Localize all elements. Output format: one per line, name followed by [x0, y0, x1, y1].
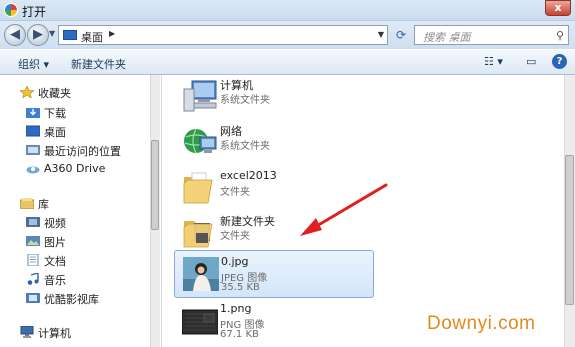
file-size: 67.1 KB	[220, 329, 259, 340]
file-item-1-png[interactable]: 1.png PNG 图像 67.1 KB	[174, 298, 374, 346]
toolbar: 组织 ▾ 新建文件夹 ☷ ▾ ▭ ?	[0, 49, 575, 75]
file-type: 系统文件夹	[220, 141, 270, 152]
search-input[interactable]: 搜索 桌面 ⚲	[414, 25, 569, 45]
png-thumbnail	[182, 309, 218, 335]
video-icon	[26, 217, 40, 227]
download-folder-icon	[26, 108, 40, 118]
navigation-bar: ◀ ▶ ▼ 桌面 ▶ ▼ ⟳ 搜索 桌面 ⚲	[0, 21, 575, 49]
view-options-icon[interactable]: ☷ ▾	[484, 55, 503, 68]
desktop-icon	[26, 125, 40, 137]
desktop-icon	[63, 30, 77, 40]
star-icon	[20, 86, 34, 98]
organize-button[interactable]: 组织 ▾	[18, 56, 49, 72]
computer-icon	[20, 326, 34, 338]
window-title: 打开	[22, 5, 47, 19]
search-icon[interactable]: ⚲	[556, 29, 564, 42]
help-icon[interactable]: ?	[552, 54, 567, 69]
forward-button[interactable]: ▶	[27, 24, 49, 46]
folder-icon	[183, 221, 213, 248]
search-placeholder: 搜索 桌面	[423, 31, 471, 44]
file-type: 系统文件夹	[220, 95, 270, 106]
app-icon	[4, 3, 18, 17]
close-button[interactable]: x	[545, 0, 571, 16]
document-icon	[27, 254, 39, 266]
file-item-network[interactable]: 网络 系统文件夹	[174, 119, 374, 167]
file-item-computer[interactable]: 计算机 系统文件夹	[174, 75, 374, 121]
navigation-pane: 收藏夹 下载 桌面 最近访问的位置 A360 Drive 库 视频 图片 文档 …	[0, 75, 150, 347]
computer-icon	[183, 80, 217, 112]
recent-places-icon	[26, 145, 40, 155]
new-folder-button[interactable]: 新建文件夹	[71, 56, 126, 72]
watermark: Downyi.com	[427, 313, 536, 334]
refresh-icon[interactable]: ⟳	[392, 26, 410, 44]
sidebar-scrollbar-thumb[interactable]	[151, 140, 159, 230]
file-item-0-jpg[interactable]: 0.jpg JPEG 图像 35.5 KB	[174, 250, 374, 298]
address-bar[interactable]: 桌面 ▶ ▼	[58, 25, 388, 45]
music-note-icon	[27, 273, 39, 285]
cloud-drive-icon	[26, 166, 40, 174]
file-name: excel2013	[220, 169, 277, 182]
file-name: 0.jpg	[221, 255, 249, 268]
jpg-thumbnail	[183, 257, 219, 291]
title-bar: 打开 x	[0, 0, 575, 21]
preview-pane-icon[interactable]: ▭	[526, 55, 536, 68]
network-globe-icon	[184, 128, 217, 154]
file-size: 35.5 KB	[221, 282, 260, 293]
back-button[interactable]: ◀	[4, 24, 26, 46]
history-dropdown-icon[interactable]: ▼	[49, 29, 55, 38]
annotation-arrow	[300, 183, 388, 236]
file-type: 文件夹	[220, 231, 250, 242]
youku-library-icon	[26, 293, 40, 303]
chevron-right-icon[interactable]: ▶	[109, 29, 115, 38]
file-type: 文件夹	[220, 187, 250, 198]
folder-icon	[183, 172, 213, 204]
picture-icon	[26, 236, 40, 246]
file-list-scrollbar-thumb[interactable]	[565, 155, 574, 305]
breadcrumb-desktop[interactable]: 桌面	[81, 29, 103, 45]
file-name: 1.png	[220, 302, 252, 315]
library-icon	[20, 198, 34, 209]
address-dropdown-icon[interactable]: ▼	[378, 30, 384, 39]
